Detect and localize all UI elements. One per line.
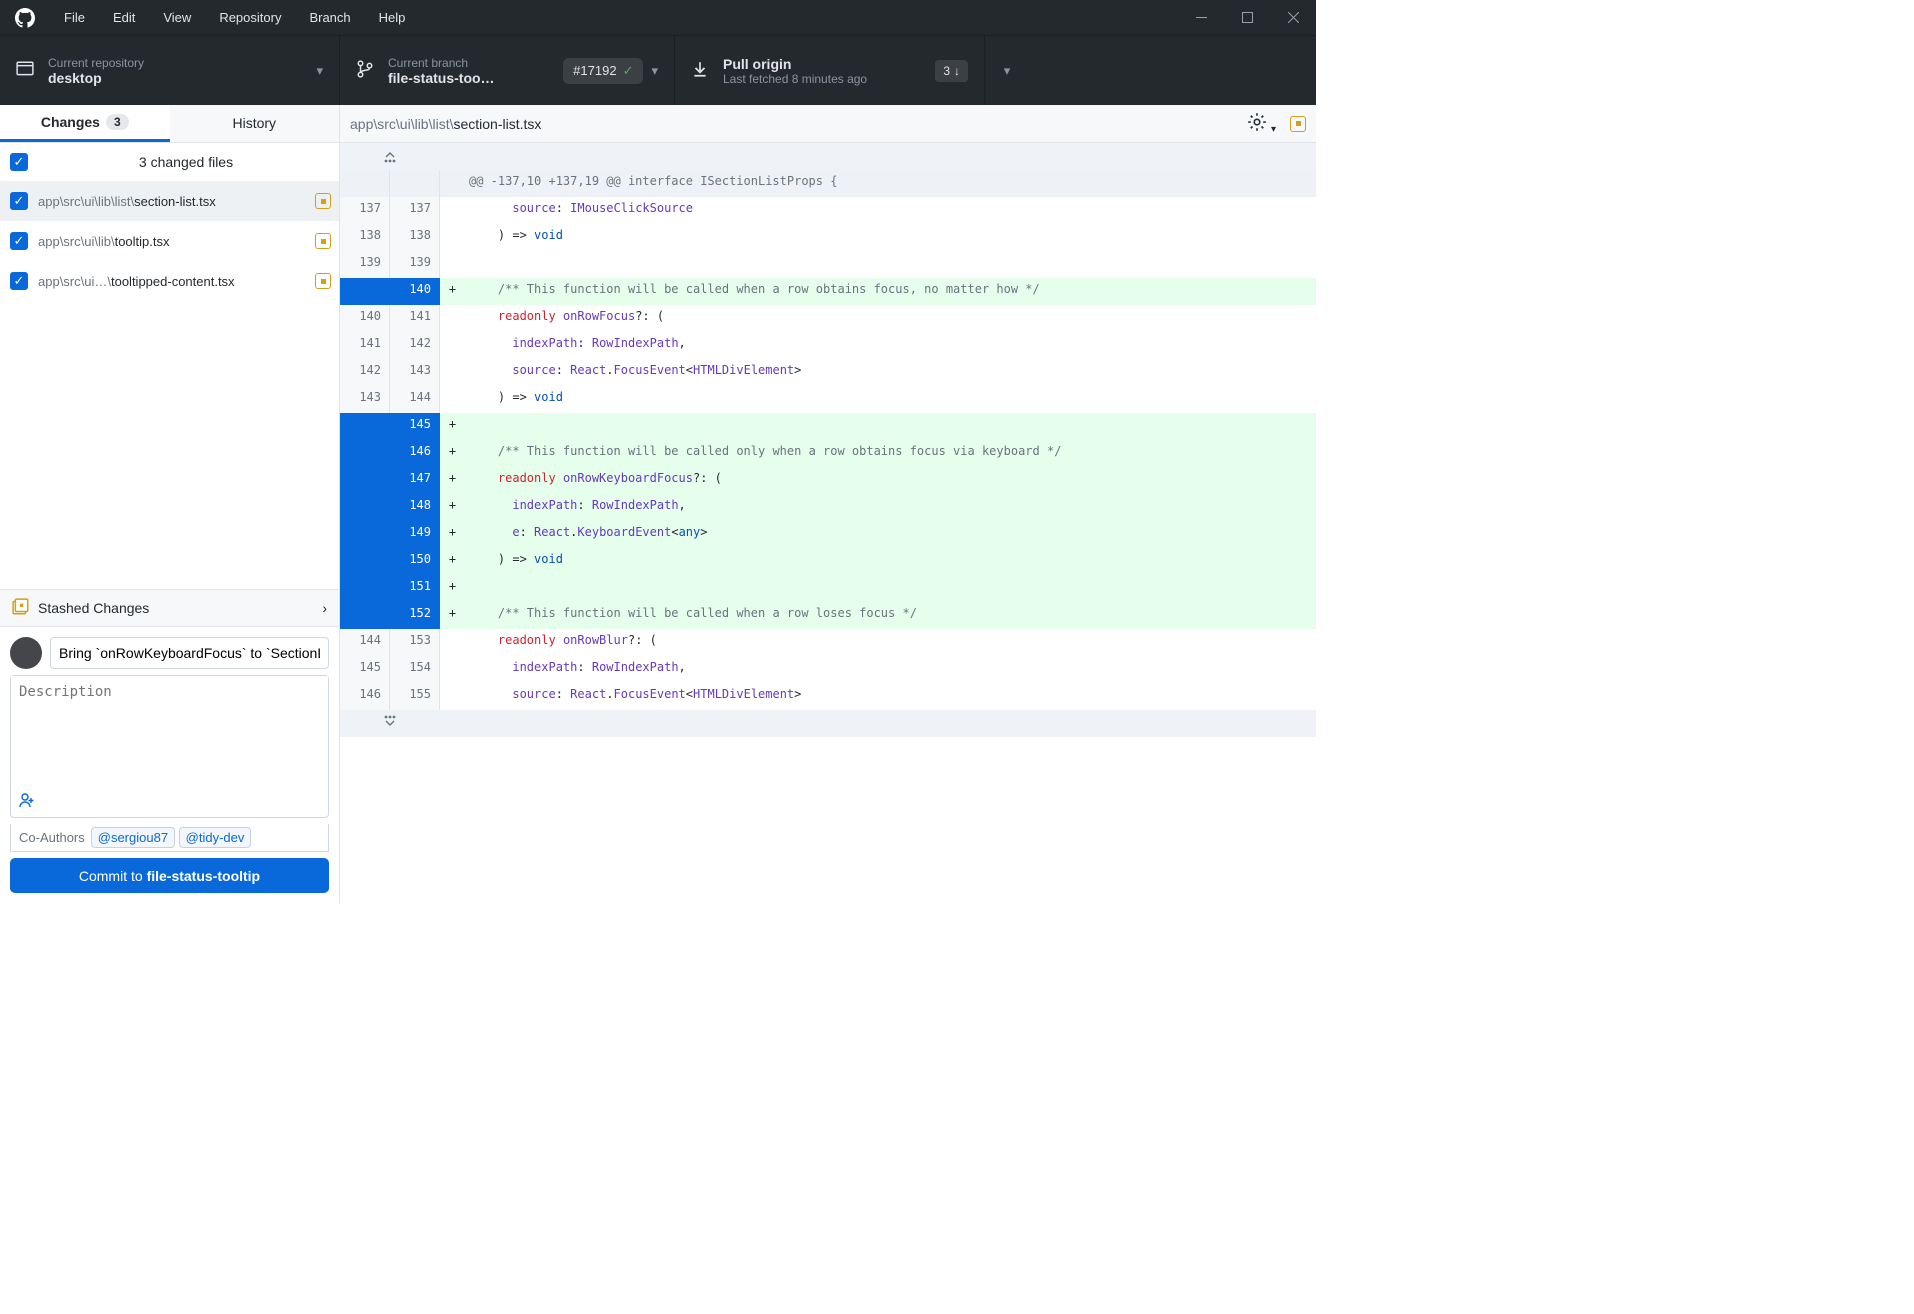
caret-down-icon: ▾ — [651, 63, 658, 79]
changes-header: ✓ 3 changed files — [0, 143, 339, 181]
select-all-checkbox[interactable]: ✓ — [10, 153, 28, 171]
app-menus: FileEditViewRepositoryBranchHelp — [50, 0, 419, 35]
file-checkbox[interactable]: ✓ — [10, 272, 28, 290]
pull-subtitle: Last fetched 8 minutes ago — [723, 72, 935, 86]
file-path: app\src\ui\lib\list\section-list.tsx — [38, 194, 305, 209]
repository-icon — [16, 60, 34, 81]
menu-edit[interactable]: Edit — [99, 0, 149, 35]
sidebar: Changes 3 History ✓ 3 changed files ✓ app… — [0, 105, 340, 903]
file-checkbox[interactable]: ✓ — [10, 232, 28, 250]
arrow-down-icon: ↓ — [954, 64, 960, 78]
changes-count-badge: 3 — [106, 114, 129, 130]
caret-down-icon: ▾ — [316, 63, 323, 79]
window-controls — [1178, 0, 1316, 35]
diff-line[interactable]: 141142 indexPath: RowIndexPath, — [340, 332, 1316, 359]
diff-line[interactable]: 149+ e: React.KeyboardEvent<any> — [340, 521, 1316, 548]
menu-branch[interactable]: Branch — [295, 0, 364, 35]
repository-caption: Current repository — [48, 56, 308, 70]
diff-line[interactable]: 146+ /** This function will be called on… — [340, 440, 1316, 467]
changed-file-row[interactable]: ✓ app\src\ui\lib\tooltip.tsx — [0, 221, 339, 261]
expand-hunk[interactable] — [340, 143, 1316, 170]
expand-hunk[interactable] — [340, 710, 1316, 737]
diff-line[interactable]: 143144 ) => void — [340, 386, 1316, 413]
check-icon: ✓ — [623, 63, 634, 79]
pull-count-badge: 3 ↓ — [935, 60, 968, 82]
diff-line[interactable]: 152+ /** This function will be called wh… — [340, 602, 1316, 629]
commit-summary-input[interactable] — [50, 637, 329, 669]
diff-line[interactable]: 140+ /** This function will be called wh… — [340, 278, 1316, 305]
diff-pane: app\src\ui\lib\list\section-list.tsx ▾ @… — [340, 105, 1316, 903]
app-logo — [0, 8, 50, 28]
changed-files-list: ✓ app\src\ui\lib\list\section-list.tsx ✓ ap… — [0, 181, 339, 301]
commit-description-box — [10, 675, 329, 818]
close-button[interactable] — [1270, 0, 1316, 35]
stash-label: Stashed Changes — [38, 600, 149, 616]
modified-icon — [1290, 116, 1306, 132]
diff-line[interactable]: 151+ — [340, 575, 1316, 602]
diff-body[interactable]: @@ -137,10 +137,19 @@ interface ISection… — [340, 143, 1316, 903]
diff-settings-button[interactable]: ▾ — [1247, 112, 1276, 135]
branch-caption: Current branch — [388, 56, 553, 70]
diff-line[interactable]: 140141 readonly onRowFocus?: ( — [340, 305, 1316, 332]
tab-changes[interactable]: Changes 3 — [0, 105, 170, 142]
modified-icon — [315, 193, 331, 209]
commit-description-input[interactable] — [11, 676, 328, 786]
stashed-changes-row[interactable]: Stashed Changes › — [0, 589, 339, 627]
maximize-button[interactable] — [1224, 0, 1270, 35]
modified-icon — [315, 233, 331, 249]
diff-line[interactable]: 147+ readonly onRowKeyboardFocus?: ( — [340, 467, 1316, 494]
menu-help[interactable]: Help — [365, 0, 420, 35]
diff-file-path: app\src\ui\lib\list\section-list.tsx — [350, 116, 541, 132]
menu-view[interactable]: View — [149, 0, 205, 35]
diff-hunk-header: @@ -137,10 +137,19 @@ interface ISection… — [340, 170, 1316, 197]
tab-history[interactable]: History — [170, 105, 340, 142]
toolbar-more-dropdown[interactable]: ▾ — [985, 36, 1029, 105]
changed-file-row[interactable]: ✓ app\src\ui\lib\list\section-list.tsx — [0, 181, 339, 221]
sidebar-tabs: Changes 3 History — [0, 105, 339, 143]
pull-down-icon — [691, 60, 709, 81]
branch-dropdown[interactable]: Current branch file-status-too… #17192 ✓… — [340, 36, 675, 105]
pull-origin-button[interactable]: Pull origin Last fetched 8 minutes ago 3… — [675, 36, 985, 105]
menu-file[interactable]: File — [50, 0, 99, 35]
diff-line[interactable]: 145154 indexPath: RowIndexPath, — [340, 656, 1316, 683]
repository-dropdown[interactable]: Current repository desktop ▾ — [0, 36, 340, 105]
pr-badge[interactable]: #17192 ✓ — [563, 58, 643, 84]
commit-button[interactable]: Commit to file-status-tooltip — [10, 858, 329, 893]
modified-icon — [315, 273, 331, 289]
diff-line[interactable]: 148+ indexPath: RowIndexPath, — [340, 494, 1316, 521]
coauthor-token[interactable]: @tidy-dev — [179, 827, 252, 848]
diff-line[interactable]: 146155 source: React.FocusEvent<HTMLDivE… — [340, 683, 1316, 710]
pr-number: #17192 — [573, 63, 616, 78]
changes-summary: 3 changed files — [38, 154, 334, 170]
pull-title: Pull origin — [723, 56, 935, 72]
diff-line[interactable]: 142143 source: React.FocusEvent<HTMLDivE… — [340, 359, 1316, 386]
menu-repository[interactable]: Repository — [205, 0, 295, 35]
diff-line[interactable]: 144153 readonly onRowBlur?: ( — [340, 629, 1316, 656]
file-checkbox[interactable]: ✓ — [10, 192, 28, 210]
file-path: app\src\ui\lib\tooltip.tsx — [38, 234, 305, 249]
changed-file-row[interactable]: ✓ app\src\ui…\tooltipped-content.tsx — [0, 261, 339, 301]
minimize-button[interactable] — [1178, 0, 1224, 35]
file-path: app\src\ui…\tooltipped-content.tsx — [38, 274, 305, 289]
diff-line[interactable]: 150+ ) => void — [340, 548, 1316, 575]
coauthors-row: Co-Authors @sergiou87 @tidy-dev — [10, 824, 329, 852]
add-coauthor-button[interactable] — [11, 786, 328, 817]
coauthor-token[interactable]: @sergiou87 — [91, 827, 175, 848]
avatar — [10, 637, 42, 669]
toolbar: Current repository desktop ▾ Current bra… — [0, 35, 1316, 105]
branch-name: file-status-too… — [388, 70, 553, 86]
diff-line[interactable]: 138138 ) => void — [340, 224, 1316, 251]
diff-line[interactable]: 145+ — [340, 413, 1316, 440]
diff-header: app\src\ui\lib\list\section-list.tsx ▾ — [340, 105, 1316, 143]
branch-icon — [356, 60, 374, 81]
diff-line[interactable]: 139139 — [340, 251, 1316, 278]
repository-name: desktop — [48, 70, 308, 86]
commit-form: Co-Authors @sergiou87 @tidy-dev Commit t… — [0, 627, 339, 903]
stash-icon — [12, 598, 30, 619]
main-area: Changes 3 History ✓ 3 changed files ✓ app… — [0, 105, 1316, 903]
coauthors-label: Co-Authors — [19, 830, 85, 845]
diff-line[interactable]: 137137 source: IMouseClickSource — [340, 197, 1316, 224]
chevron-right-icon: › — [322, 600, 327, 616]
titlebar: FileEditViewRepositoryBranchHelp — [0, 0, 1316, 35]
